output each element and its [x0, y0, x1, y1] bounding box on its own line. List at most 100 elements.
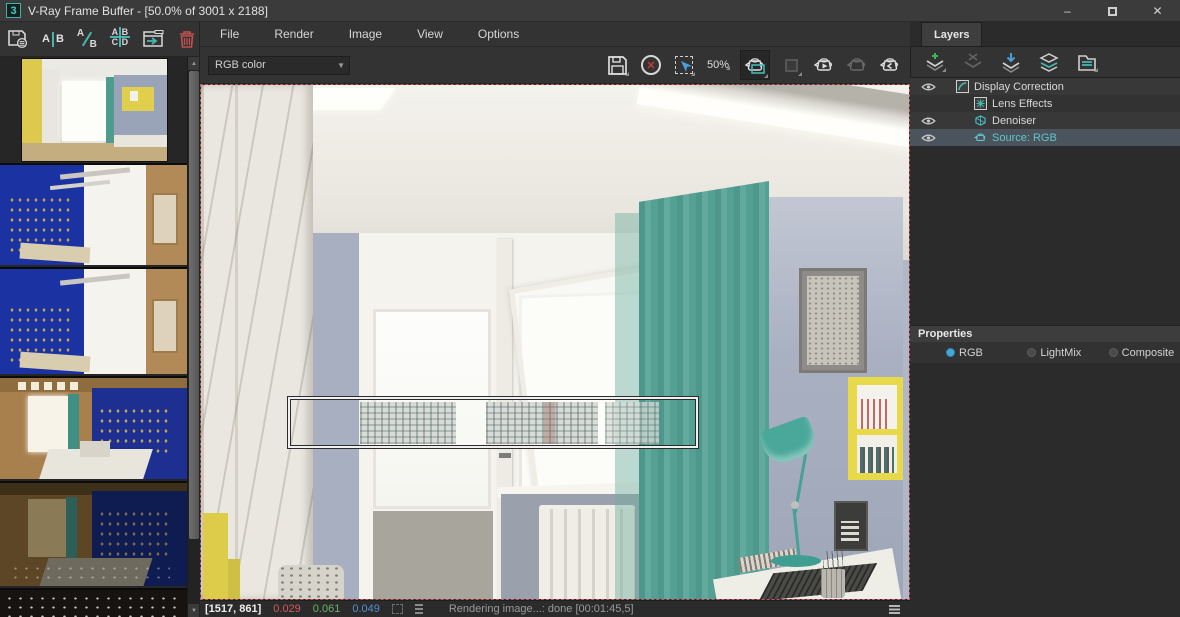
panel-tab-row: Layers	[910, 22, 1180, 46]
ab-b-label: B	[55, 33, 64, 45]
history-thumbnail-4[interactable]	[0, 376, 188, 479]
ab-a-label: A	[42, 33, 50, 45]
canvas-toolbar: RGB color ▼ ✕ 50%	[200, 47, 910, 84]
render-buildings-middle	[486, 402, 598, 444]
menu-view[interactable]: View	[413, 25, 447, 43]
scrollbar-thumb[interactable]	[189, 71, 199, 539]
lens-effects-icon	[974, 97, 987, 110]
layer-row-lens-effects[interactable]: Lens Effects	[910, 95, 1180, 112]
render-region-selection[interactable]	[288, 397, 698, 448]
history-thumbnail-5[interactable]	[0, 481, 188, 586]
render-yellow-panel-left-2	[228, 559, 240, 599]
channel-dropdown[interactable]: RGB color ▼	[208, 55, 350, 75]
render-history-sidebar: A B A B A B C D ▲ ▼	[0, 22, 200, 617]
render-status-message: Rendering image...: done [00:01:45,5]	[448, 603, 634, 615]
chevron-down-icon: ▼	[337, 60, 345, 70]
status-menu-icon[interactable]	[889, 605, 900, 614]
pixel-info-icon[interactable]	[391, 604, 403, 614]
abcd-divider-h	[109, 36, 130, 38]
menu-bar: File Render Image View Options	[200, 22, 910, 47]
layer-row-display-correction[interactable]: Display Correction	[910, 78, 1180, 95]
save-image-icon[interactable]	[606, 53, 630, 77]
abcd-quad-compare-icon[interactable]: A B C D	[109, 27, 130, 51]
menu-file[interactable]: File	[216, 25, 243, 43]
menu-image[interactable]: Image	[345, 25, 386, 43]
menu-render[interactable]: Render	[270, 25, 317, 43]
layer-label: Denoiser	[992, 114, 1037, 127]
ab-horizontal-compare-icon[interactable]: A B	[42, 27, 64, 51]
visibility-eye-icon[interactable]	[918, 82, 938, 92]
history-thumbnail-6[interactable]	[0, 588, 188, 617]
ab-diag-b: B	[89, 39, 97, 50]
layer-row-source-rgb[interactable]: Source: RGB	[910, 129, 1180, 146]
delete-layer-icon	[961, 51, 985, 73]
render-floor-basket	[278, 565, 344, 599]
pixel-value-red: 0.029	[273, 603, 301, 615]
render-stop-teapot-icon	[845, 53, 869, 77]
close-button[interactable]: ✕	[1135, 0, 1180, 22]
render-yellow-shelf-niche	[848, 377, 903, 480]
history-scrollbar[interactable]: ▲ ▼	[187, 57, 199, 617]
render-yellow-panel-left	[203, 513, 228, 599]
pixel-coordinates: [1517, 861]	[205, 603, 262, 615]
layers-tree: Display Correction Lens Effects Denoiser…	[910, 78, 1180, 146]
copy-layers-icon[interactable]	[1037, 51, 1061, 73]
properties-header: Properties	[910, 325, 1180, 342]
scroll-up-icon[interactable]: ▲	[188, 57, 199, 70]
render-history-list: ▲ ▼	[0, 57, 199, 617]
render-start-teapot-icon[interactable]	[812, 53, 836, 77]
history-thumbnail-2[interactable]	[0, 163, 188, 265]
color-clamp-icon[interactable]	[414, 604, 423, 614]
clear-history-trash-icon[interactable]	[178, 27, 196, 51]
window-controls: – ✕	[1045, 0, 1180, 22]
menu-options[interactable]: Options	[474, 25, 523, 43]
ab-vertical-compare-icon[interactable]: A B	[76, 28, 97, 50]
pixel-value-blue: 0.049	[352, 603, 380, 615]
render-buildings-right	[605, 402, 659, 444]
history-thumbnail-1[interactable]	[21, 58, 168, 162]
visibility-eye-icon[interactable]	[918, 116, 938, 126]
render-shelf-books-top	[857, 385, 897, 429]
layers-panel: Layers Display Correction Lens Effects D…	[910, 22, 1180, 617]
disabled-region-icon	[779, 53, 803, 77]
maximize-button[interactable]	[1090, 0, 1135, 22]
center-area: File Render Image View Options RGB color…	[200, 22, 910, 617]
render-wall-art-canvas	[807, 276, 859, 365]
history-thumbnail-3[interactable]	[0, 267, 188, 374]
radio-composite[interactable]: Composite	[1108, 347, 1180, 359]
radio-lightmix[interactable]: LightMix	[1027, 347, 1098, 359]
scroll-down-icon[interactable]: ▼	[188, 604, 199, 617]
load-layers-icon[interactable]	[999, 51, 1023, 73]
radio-rgb[interactable]: RGB	[946, 347, 1017, 359]
window-title: V-Ray Frame Buffer - [50.0% of 3001 x 21…	[28, 3, 268, 18]
tab-layers[interactable]: Layers	[921, 22, 983, 46]
visibility-eye-icon[interactable]	[918, 133, 938, 143]
radio-label: RGB	[959, 346, 983, 359]
render-shelf-books-bottom	[857, 435, 897, 473]
save-to-history-icon[interactable]	[7, 27, 29, 51]
status-bar: [1517, 861] 0.029 0.061 0.049 Rendering …	[200, 600, 910, 617]
render-desk-lamp-joint	[791, 501, 799, 509]
radio-icon	[1108, 348, 1118, 357]
region-render-icon[interactable]	[672, 53, 696, 77]
render-last-again-teapot-icon[interactable]	[878, 53, 902, 77]
render-canvas[interactable]	[200, 84, 910, 600]
abcd-d: D	[121, 37, 129, 47]
layer-row-denoiser[interactable]: Denoiser	[910, 112, 1180, 129]
layer-label: Lens Effects	[992, 97, 1053, 110]
clear-image-icon[interactable]: ✕	[639, 53, 663, 77]
3dsmax-logo-icon: 3	[6, 3, 21, 18]
render-last-teapot-icon[interactable]	[740, 50, 770, 80]
layer-presets-icon[interactable]	[1075, 51, 1099, 73]
title-bar: 3 V-Ray Frame Buffer - [50.0% of 3001 x …	[0, 0, 1180, 22]
minimize-button[interactable]: –	[1045, 0, 1090, 22]
zoom-level[interactable]: 50%	[705, 59, 731, 71]
ab-diag-a: A	[76, 28, 85, 39]
add-layer-icon[interactable]	[923, 51, 947, 73]
layers-toolbar	[910, 46, 1180, 78]
render-door-panel	[373, 511, 493, 599]
load-image-to-history-icon[interactable]	[143, 27, 165, 51]
panel-empty-bottom	[910, 363, 1180, 617]
render-laptop-screen	[834, 501, 868, 551]
history-toolbar: A B A B A B C D	[0, 22, 199, 57]
